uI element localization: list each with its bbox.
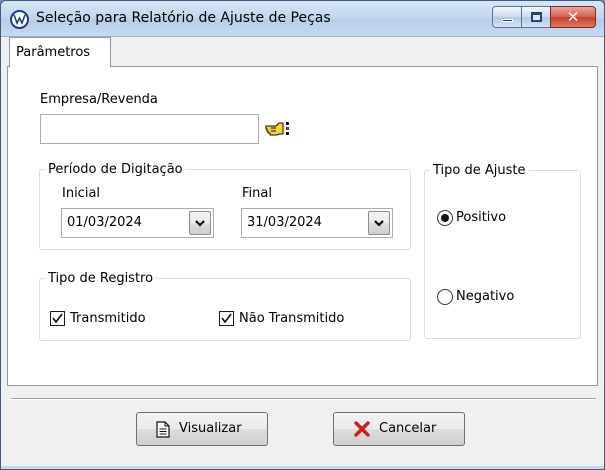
transmitido-label[interactable]: Transmitido <box>70 311 146 326</box>
vw-logo-icon <box>10 10 29 29</box>
dialog-window: Seleção para Relatório de Ajuste de Peça… <box>0 0 605 470</box>
lookup-button[interactable] <box>262 114 292 144</box>
tipo-registro-legend: Tipo de Registro <box>48 271 154 286</box>
inicial-date-combo[interactable]: 01/03/2024 <box>61 208 214 238</box>
final-date-combo[interactable]: 31/03/2024 <box>241 208 393 238</box>
periodo-legend: Período de Digitação <box>48 162 183 177</box>
positivo-label[interactable]: Positivo <box>456 210 506 225</box>
cancel-x-icon <box>354 421 370 437</box>
window-title: Seleção para Relatório de Ajuste de Peça… <box>36 10 331 26</box>
minimize-button[interactable] <box>492 6 522 28</box>
chevron-down-icon <box>195 220 205 227</box>
close-icon: ✕ <box>566 8 580 26</box>
separator-line <box>11 398 596 400</box>
minimize-icon <box>502 19 513 22</box>
chevron-down-icon <box>374 220 384 227</box>
cancelar-label: Cancelar <box>379 421 437 436</box>
document-icon <box>156 421 170 438</box>
radio-selected-dot <box>441 214 449 222</box>
checkmark-icon <box>221 313 232 324</box>
radio-negativo[interactable] <box>437 289 453 305</box>
tab-label: Parâmetros <box>16 45 91 60</box>
tipo-ajuste-legend: Tipo de Ajuste <box>433 163 526 178</box>
nao-transmitido-label[interactable]: Não Transmitido <box>239 311 344 326</box>
checkbox-transmitido[interactable] <box>50 311 65 326</box>
inicial-label: Inicial <box>62 186 101 201</box>
checkmark-icon <box>52 313 63 324</box>
negativo-label[interactable]: Negativo <box>456 289 514 304</box>
inicial-date-value: 01/03/2024 <box>67 215 142 230</box>
final-label: Final <box>242 186 272 201</box>
tipo-ajuste-group: Tipo de Ajuste <box>424 163 581 339</box>
cancelar-button[interactable]: Cancelar <box>333 412 465 446</box>
window-bottom-border <box>1 466 604 469</box>
tipo-registro-group: Tipo de Registro <box>39 271 411 341</box>
visualizar-button[interactable]: Visualizar <box>136 412 268 446</box>
checkbox-nao-transmitido[interactable] <box>219 311 234 326</box>
inicial-dropdown-button[interactable] <box>189 211 211 235</box>
radio-positivo[interactable] <box>437 210 453 226</box>
empresa-input[interactable] <box>40 114 259 144</box>
close-button[interactable]: ✕ <box>550 6 596 28</box>
title-bar[interactable]: Seleção para Relatório de Ajuste de Peça… <box>1 1 604 37</box>
final-dropdown-button[interactable] <box>368 211 390 235</box>
tab-parametros[interactable]: Parâmetros <box>9 37 111 67</box>
pointing-hand-icon <box>265 122 289 136</box>
maximize-icon <box>531 12 542 22</box>
final-date-value: 31/03/2024 <box>247 215 322 230</box>
caption-buttons: ✕ <box>492 6 596 28</box>
empresa-label: Empresa/Revenda <box>40 92 158 107</box>
maximize-button[interactable] <box>521 6 551 28</box>
visualizar-label: Visualizar <box>179 421 242 436</box>
